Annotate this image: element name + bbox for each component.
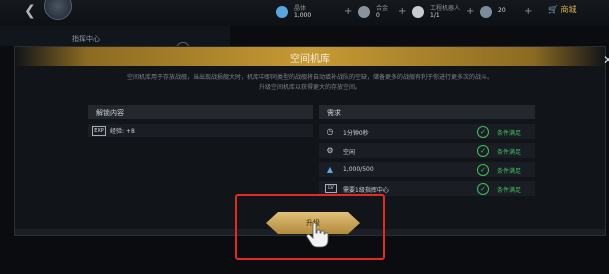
avatar[interactable] (44, 0, 72, 20)
exp-icon: EXP (92, 126, 106, 136)
requirements-header: 需求 (319, 105, 535, 119)
add-robot-button[interactable]: + (466, 6, 474, 17)
crystal-icon: ▲ (326, 165, 334, 174)
alloy-icon (358, 6, 370, 18)
currency-icon (480, 6, 492, 18)
dialog-title: 空间机库 (290, 54, 330, 65)
dialog-description: 空间机库用于存放战舰，当出现战损舰大时，机库中即同类型的战舰将自动填补战队的空缺… (126, 74, 493, 91)
requirement-row: ⚙ 空闲 ✓ 条件满足 (319, 143, 535, 158)
add-crystal-button[interactable]: + (344, 6, 352, 17)
background-panel (0, 26, 230, 46)
shop-button[interactable]: 🛒 商城 (548, 4, 577, 15)
robot-icon: ⚙ (326, 146, 334, 155)
top-bar: ❮ 晶体 1,000 + 合金 0 + 工程机器人 1/1 + 20 + 🛒 商… (0, 0, 609, 26)
close-icon[interactable]: ✕ (603, 53, 609, 67)
check-icon: ✓ (477, 126, 489, 138)
level-icon: LV (325, 184, 337, 193)
cart-icon: 🛒 (548, 5, 558, 14)
requirement-row: ▲ 1,000/500 ✓ 条件满足 (319, 162, 535, 177)
clock-icon: ◷ (326, 127, 334, 136)
crystal-icon (276, 6, 288, 18)
unlock-header: 解锁内容 (88, 105, 313, 119)
check-icon: ✓ (477, 183, 489, 195)
add-alloy-button[interactable]: + (398, 6, 406, 17)
back-arrow-icon[interactable]: ❮ (24, 3, 36, 19)
pointer-hand-icon (306, 222, 329, 248)
check-icon: ✓ (477, 164, 489, 176)
robot-icon (412, 6, 424, 18)
requirement-row: ◷ 1分钟0秒 ✓ 条件满足 (319, 124, 535, 139)
unlock-item: EXP 经验: +8 (88, 124, 313, 137)
background-panel-title: 指挥中心 (72, 35, 100, 43)
add-currency-button[interactable]: + (524, 6, 532, 17)
check-icon: ✓ (477, 145, 489, 157)
